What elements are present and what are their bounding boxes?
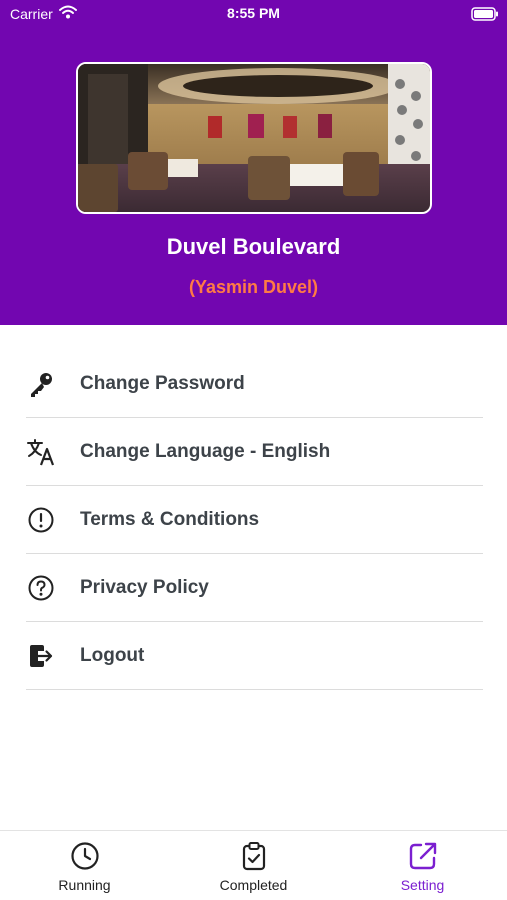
tab-running[interactable]: Running (0, 831, 169, 900)
menu-item-label: Change Password (80, 372, 245, 394)
question-circle-icon (26, 573, 56, 603)
owner-name: (Yasmin Duvel) (188, 277, 319, 297)
clock-icon (68, 839, 102, 873)
clipboard-check-icon (237, 839, 271, 873)
venue-name: Duvel Boulevard (166, 234, 341, 259)
status-bar: Carrier 8:55 PM (0, 0, 507, 28)
menu-item-terms[interactable]: Terms & Conditions (26, 486, 483, 554)
menu-item-label: Change Language - English (80, 440, 331, 462)
key-icon (26, 369, 56, 399)
menu-item-change-password[interactable]: Change Password (26, 350, 483, 418)
status-time: 8:55 PM (227, 5, 280, 21)
logout-icon (26, 641, 56, 671)
external-share-icon (406, 839, 440, 873)
translate-icon (26, 437, 56, 467)
exclamation-circle-icon (26, 505, 56, 535)
tab-label: Setting (400, 877, 445, 893)
tab-label: Completed (219, 877, 288, 893)
menu-item-label: Logout (80, 644, 145, 666)
tab-label: Running (58, 877, 111, 893)
menu-item-change-language[interactable]: Change Language - English (26, 418, 483, 486)
venue-photo (76, 62, 432, 214)
tab-completed[interactable]: Completed (169, 831, 338, 900)
profile-header: Carrier 8:55 PM Duvel Boulevard (Yasmin … (0, 0, 507, 325)
tab-setting[interactable]: Setting (338, 831, 507, 900)
menu-item-label: Privacy Policy (80, 576, 209, 598)
battery-icon (471, 7, 499, 21)
menu-item-privacy-policy[interactable]: Privacy Policy (26, 554, 483, 622)
tab-bar: Running Completed Setting (0, 830, 507, 900)
menu-item-logout[interactable]: Logout (26, 622, 483, 690)
settings-menu: Change Password Change Language - Englis… (26, 350, 483, 690)
menu-item-label: Terms & Conditions (80, 508, 260, 530)
